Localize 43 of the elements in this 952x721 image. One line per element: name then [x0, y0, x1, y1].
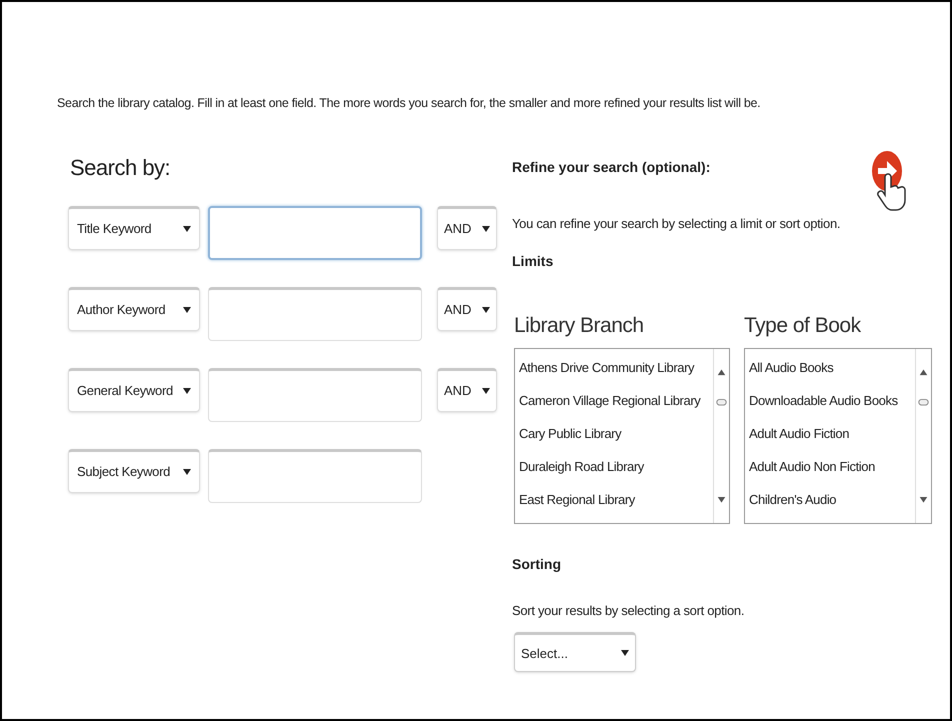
- refine-heading: Refine your search (optional):: [512, 158, 712, 177]
- list-option[interactable]: Cary Public Library: [519, 416, 713, 450]
- keyword-input[interactable]: [208, 206, 422, 260]
- dropdown-caret-icon: [482, 226, 490, 232]
- list-option[interactable]: Children's Audio: [749, 482, 915, 516]
- dropdown-caret-icon: [183, 468, 191, 475]
- sorting-heading: Sorting: [512, 554, 562, 574]
- dropdown-caret-icon: [183, 388, 191, 394]
- sort-select[interactable]: Select...: [514, 632, 636, 672]
- dropdown-caret-icon: [621, 650, 629, 656]
- dropdown-caret-icon: [183, 306, 191, 313]
- list-option[interactable]: Cameron Village Regional Library: [519, 384, 713, 417]
- listbox[interactable]: Athens Drive Community Library Cameron Village Regional Library Cary Public Library Duraleigh Road Library East Regional Library: [514, 348, 730, 524]
- limits-heading: Limits: [512, 252, 554, 272]
- conjunction-select[interactable]: AND: [437, 286, 497, 331]
- scrollbar-icon[interactable]: [915, 348, 931, 523]
- keyword-input[interactable]: [208, 368, 422, 422]
- conjunction-select[interactable]: AND: [437, 368, 497, 412]
- keyword-input[interactable]: [208, 448, 422, 503]
- sort-description: Sort your results by selecting a sort option.: [512, 602, 746, 620]
- listbox[interactable]: All Audio Books Downloadable Audio Books Adult Audio Fiction Adult Audio Non Fiction Children's Audio: [744, 348, 932, 524]
- refine-description: You can refine your search by selecting a limit or sort option.: [512, 214, 842, 233]
- list-option[interactable]: Adult Audio Non Fiction: [749, 450, 915, 483]
- list-label: Library Branch: [514, 313, 645, 340]
- field-select[interactable]: Subject Keyword: [68, 448, 200, 493]
- list-option[interactable]: Athens Drive Community Library: [519, 350, 713, 384]
- list-option[interactable]: All Audio Books: [749, 350, 915, 384]
- list-option[interactable]: Adult Audio Fiction: [749, 416, 915, 450]
- list-option[interactable]: East Regional Library: [519, 482, 713, 516]
- scrollbar-icon[interactable]: [713, 348, 729, 523]
- intro-text: Search the library catalog. Fill in at least one field. The more words you search for, the smaller and more refined your results list will be.: [57, 95, 762, 112]
- list-label: Type of Book: [744, 313, 862, 340]
- field-select[interactable]: General Keyword: [68, 368, 200, 412]
- dropdown-caret-icon: [482, 306, 490, 313]
- list-option[interactable]: Duraleigh Road Library: [519, 450, 713, 483]
- dropdown-caret-icon: [482, 388, 490, 394]
- search-by-heading: Search by:: [70, 154, 172, 182]
- conjunction-select[interactable]: AND: [437, 206, 497, 250]
- list-option[interactable]: Downloadable Audio Books: [749, 384, 915, 417]
- field-select[interactable]: Title Keyword: [68, 206, 200, 250]
- dropdown-caret-icon: [183, 226, 191, 232]
- field-select[interactable]: Author Keyword: [68, 286, 200, 331]
- keyword-input[interactable]: [208, 286, 422, 341]
